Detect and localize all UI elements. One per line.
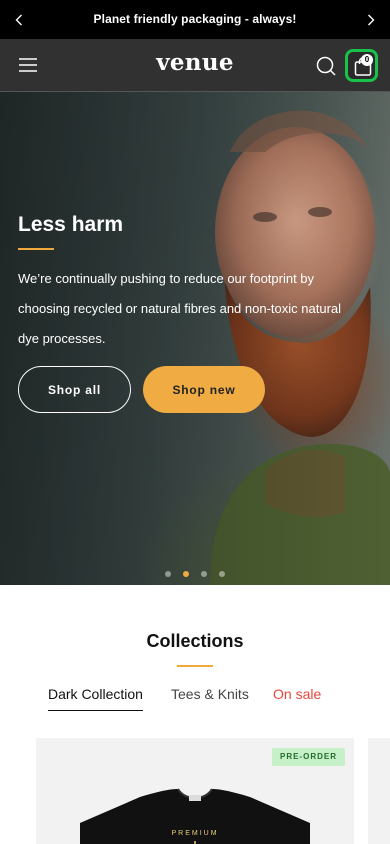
cart-count-badge: 0	[361, 54, 373, 66]
slide-dot[interactable]	[165, 571, 171, 577]
shirt-print-text: PREMIUM	[171, 830, 218, 837]
product-card-next[interactable]	[368, 738, 390, 844]
slide-dot[interactable]	[219, 571, 225, 577]
hamburger-menu-icon[interactable]	[17, 54, 39, 76]
cart-button[interactable]: 0	[345, 49, 378, 82]
shop-all-button[interactable]: Shop all	[18, 366, 131, 413]
slide-dot[interactable]	[201, 571, 207, 577]
shop-new-button[interactable]: Shop new	[143, 366, 265, 413]
product-card[interactable]: PRE-ORDER PREMIUM	[36, 738, 354, 844]
site-logo[interactable]: venue	[156, 49, 234, 76]
chevron-right-icon[interactable]	[362, 10, 380, 30]
announcement-bar: Planet friendly packaging - always!	[0, 0, 390, 39]
hero-title-underline	[18, 248, 54, 250]
site-header: venue 0	[0, 39, 390, 92]
product-image: PREMIUM	[80, 788, 310, 844]
tab-tees-knits[interactable]: Tees & Knits	[171, 686, 249, 702]
collections-underline	[177, 665, 213, 667]
hero-description: We’re continually pushing to reduce our …	[18, 271, 342, 346]
hero-title: Less harm	[18, 213, 124, 236]
tab-dark-collection[interactable]: Dark Collection	[48, 686, 143, 711]
tab-on-sale[interactable]: On sale	[273, 686, 321, 702]
search-icon[interactable]	[314, 54, 338, 78]
pre-order-badge: PRE-ORDER	[271, 748, 345, 766]
collections-heading: Collections	[146, 631, 244, 651]
announcement-message: Planet friendly packaging - always!	[93, 12, 297, 26]
slide-indicator	[0, 571, 390, 577]
slide-dot-active[interactable]	[183, 571, 189, 577]
hero-banner: Less harm We’re continually pushing to r…	[0, 92, 390, 585]
